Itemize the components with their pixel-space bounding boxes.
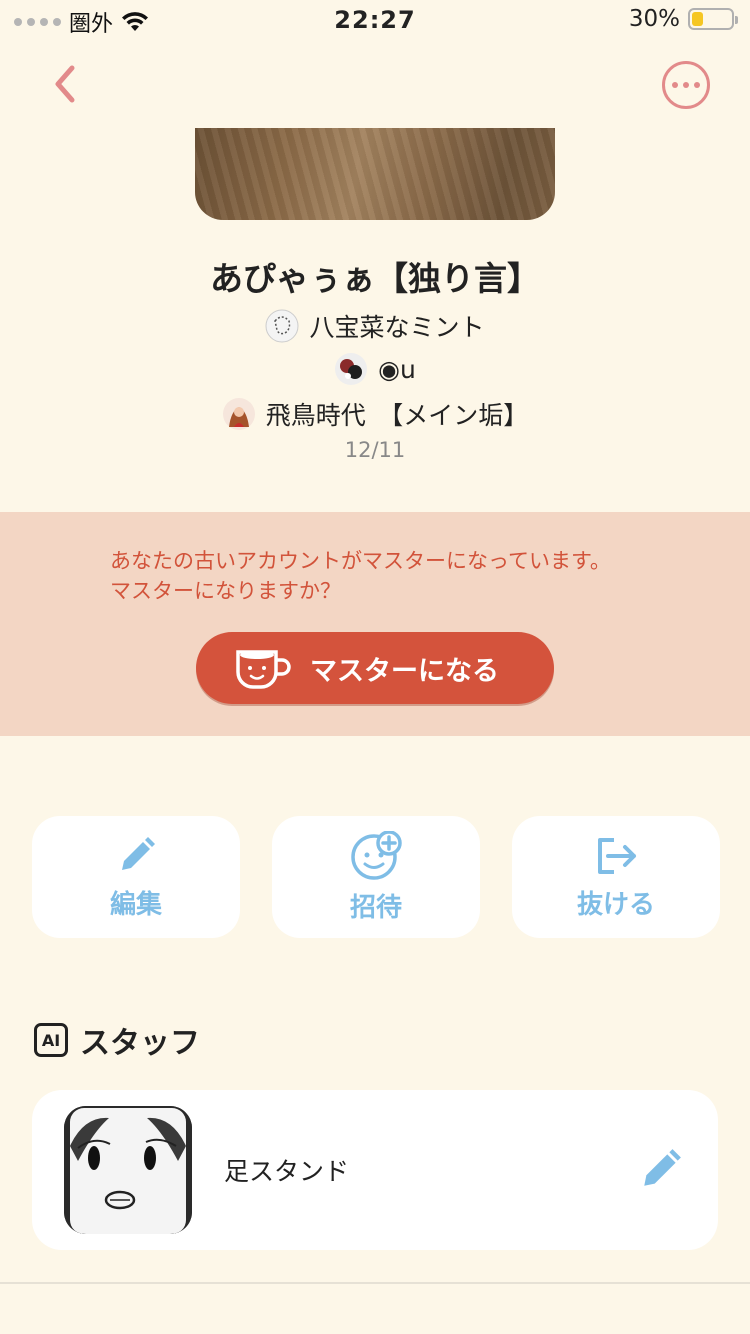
room-date: 12/11 [344,438,406,462]
bottom-divider [0,1282,750,1284]
room-title: あぴゃぅぁ【独り言】 [210,259,540,298]
member-avatar [222,397,256,431]
member-row[interactable]: 飛鳥時代 【メイン垢】 [0,396,750,432]
pencil-icon [122,836,155,870]
invite-button[interactable]: 招待 [272,816,480,938]
edit-label: 編集 [109,889,162,920]
staff-edit-button[interactable] [638,1146,684,1192]
staff-name: 足スタンド [224,1157,350,1186]
battery-fill [692,12,704,26]
ellipsis-dot [683,82,689,88]
ai-badge-icon: AI [34,1023,68,1057]
become-master-button[interactable]: マスターになる [196,632,554,704]
status-bar: 圏外 22:27 30% [0,0,750,40]
invite-label: 招待 [349,892,402,923]
member-name: 飛鳥時代 【メイン垢】 [265,401,529,430]
battery-percent: 30% [628,6,680,32]
exit-icon [598,837,636,874]
status-right: 30% [628,6,738,32]
member-avatar [265,309,299,343]
staff-section-title: AI スタッフ [34,1018,200,1062]
pencil-icon [644,1149,681,1186]
leave-label: 抜ける [576,889,655,920]
more-options-button[interactable] [662,61,710,109]
banner-message: あなたの古いアカウントがマスターになっています。 マスターになりますか？ [110,546,611,606]
add-friend-icon [351,830,402,880]
staff-card[interactable]: 足スタンド [32,1090,718,1250]
back-button[interactable] [46,62,86,106]
room-cover-image [195,128,555,220]
staff-avatar [64,1106,192,1234]
master-banner: あなたの古いアカウントがマスターになっています。 マスターになりますか？ マスタ… [0,512,750,736]
member-name: 八宝菜なミント [309,313,485,342]
staff-title: スタッフ [80,1026,200,1061]
chevron-left-icon [55,65,75,103]
ellipsis-icon [672,82,678,88]
leave-button[interactable]: 抜ける [512,816,720,938]
banner-message-line1: あなたの古いアカウントがマスターになっています。 [110,549,611,573]
become-master-label: マスターになる [310,655,499,687]
member-row[interactable]: ◉u [0,352,750,386]
ellipsis-dot [694,82,700,88]
edit-button[interactable]: 編集 [32,816,240,938]
member-avatar [334,352,368,386]
member-name: ◉u [378,354,416,384]
coffee-cup-icon [236,650,291,689]
banner-message-line2: マスターになりますか？ [110,579,341,603]
battery-icon [688,8,738,30]
member-row[interactable]: 八宝菜なミント [0,308,750,344]
